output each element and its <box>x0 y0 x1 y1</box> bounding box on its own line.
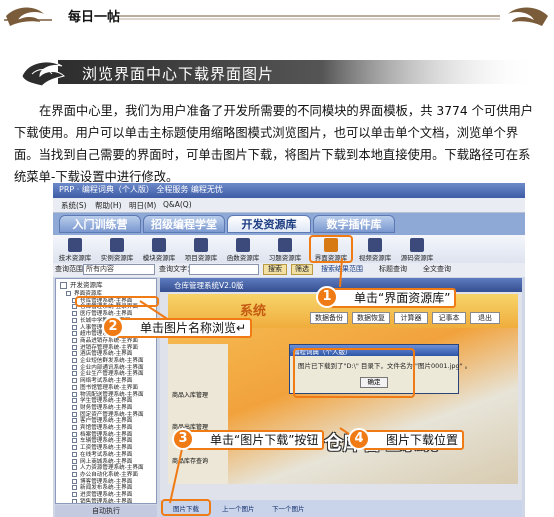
callout-1-badge: 1 <box>316 286 338 308</box>
callout-3-badge: 3 <box>172 428 194 450</box>
callout-4-badge: 4 <box>348 428 370 450</box>
callout-2-badge: 2 <box>102 316 124 338</box>
callout-3: 单击“图片下载”按钮 <box>186 430 325 450</box>
callout-1: 单击“界面资源库” <box>330 288 457 308</box>
callout-4: 图片下载位置 <box>362 430 465 450</box>
callout-2: 单击图片名称浏览↵ <box>116 318 253 338</box>
